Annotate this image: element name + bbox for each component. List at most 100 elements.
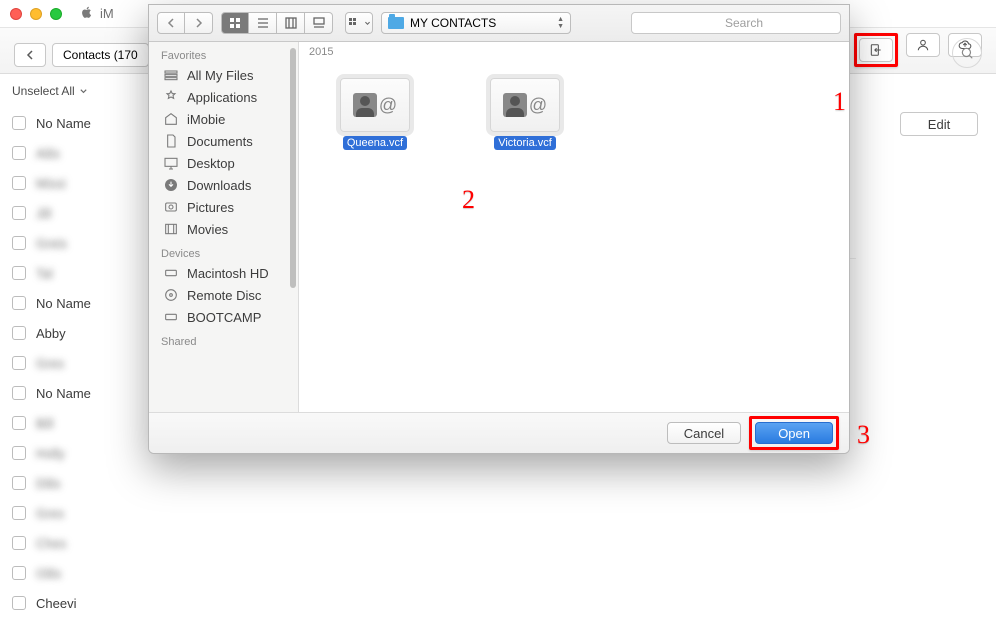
sidebar-item[interactable]: Pictures — [149, 196, 298, 218]
sidebar-item[interactable]: BOOTCAMP — [149, 306, 298, 328]
contact-row[interactable]: Cheevi — [0, 588, 156, 618]
contact-checkbox[interactable] — [12, 596, 26, 610]
app-title: iM — [80, 5, 114, 22]
folder-popup[interactable]: MY CONTACTS ▲▼ — [381, 12, 571, 34]
contact-checkbox[interactable] — [12, 386, 26, 400]
contact-checkbox[interactable] — [12, 356, 26, 370]
contact-name: Bill — [36, 416, 53, 431]
contact-checkbox[interactable] — [12, 236, 26, 250]
chevron-down-icon — [79, 87, 88, 96]
vcf-file-icon: @ — [490, 78, 560, 132]
nav-title[interactable]: Contacts (170 — [52, 43, 149, 67]
chevron-down-icon — [364, 20, 371, 27]
contact-name: Tal — [36, 266, 53, 281]
contact-row[interactable]: Dilis — [0, 468, 156, 498]
view-mode-group — [221, 12, 333, 34]
sidebar-scrollbar[interactable] — [290, 48, 296, 288]
edit-button[interactable]: Edit — [900, 112, 978, 136]
minimize-window-button[interactable] — [30, 8, 42, 20]
file-grid: @Queena.vcf @Victoria.vcf — [299, 58, 849, 150]
sidebar-item-icon — [163, 133, 179, 149]
contact-row[interactable]: Gres — [0, 498, 156, 528]
contact-checkbox[interactable] — [12, 206, 26, 220]
view-list-button[interactable] — [249, 12, 277, 34]
contact-name: Greis — [36, 236, 67, 251]
contact-row[interactable]: Abby — [0, 318, 156, 348]
contact-row[interactable]: Tal — [0, 258, 156, 288]
nav-forward[interactable] — [185, 12, 213, 34]
arrange-button[interactable] — [345, 12, 373, 34]
sidebar-item[interactable]: Desktop — [149, 152, 298, 174]
contact-row[interactable]: No Name — [0, 108, 156, 138]
app-title-text: iM — [100, 6, 114, 21]
contact-row[interactable]: Missi — [0, 168, 156, 198]
sidebar-item[interactable]: Applications — [149, 86, 298, 108]
contact-row[interactable]: Oilis — [0, 558, 156, 588]
contact-checkbox[interactable] — [12, 506, 26, 520]
sidebar-item[interactable]: Documents — [149, 130, 298, 152]
sidebar-item-label: Movies — [187, 222, 228, 237]
import-button[interactable] — [859, 38, 893, 62]
contact-checkbox[interactable] — [12, 566, 26, 580]
contact-checkbox[interactable] — [12, 446, 26, 460]
contact-checkbox[interactable] — [12, 326, 26, 340]
global-search-button[interactable] — [952, 38, 982, 68]
open-button[interactable]: Open — [755, 422, 833, 444]
sidebar-section-shared: Shared — [149, 328, 298, 350]
contact-row[interactable]: No Name — [0, 288, 156, 318]
contact-row[interactable]: Jill — [0, 198, 156, 228]
updown-icon: ▲▼ — [557, 16, 564, 30]
contact-name: Oilis — [36, 566, 61, 581]
view-coverflow-button[interactable] — [305, 12, 333, 34]
annotation-1: 1 — [833, 87, 846, 117]
nav-back[interactable] — [157, 12, 185, 34]
contact-checkbox[interactable] — [12, 296, 26, 310]
nav-history-group — [157, 12, 213, 34]
sidebar-item-icon — [163, 287, 179, 303]
contact-row[interactable]: No Name — [0, 378, 156, 408]
contact-checkbox[interactable] — [12, 536, 26, 550]
sidebar-section-favorites: Favorites — [149, 42, 298, 64]
sidebar-item-label: Pictures — [187, 200, 234, 215]
sidebar-item[interactable]: Macintosh HD — [149, 262, 298, 284]
view-columns-button[interactable] — [277, 12, 305, 34]
cancel-button[interactable]: Cancel — [667, 422, 741, 444]
contact-name: No Name — [36, 116, 91, 131]
annotation-box-1 — [854, 33, 898, 67]
unselect-all-label: Unselect All — [12, 84, 75, 98]
contact-checkbox[interactable] — [12, 476, 26, 490]
contact-row[interactable]: Holly — [0, 438, 156, 468]
contact-checkbox[interactable] — [12, 266, 26, 280]
contact-checkbox[interactable] — [12, 416, 26, 430]
contact-row[interactable]: Gres — [0, 348, 156, 378]
contact-checkbox[interactable] — [12, 146, 26, 160]
sidebar-item-icon — [163, 111, 179, 127]
sidebar-item-icon — [163, 89, 179, 105]
sidebar-item[interactable]: Movies — [149, 218, 298, 240]
sidebar-item[interactable]: Downloads — [149, 174, 298, 196]
sidebar-item-icon — [163, 221, 179, 237]
sidebar-item-icon — [163, 155, 179, 171]
person-button[interactable] — [906, 33, 940, 57]
file-item[interactable]: @Queena.vcf — [335, 78, 415, 150]
file-item[interactable]: @Victoria.vcf — [485, 78, 565, 150]
sidebar-item[interactable]: iMobie — [149, 108, 298, 130]
zoom-window-button[interactable] — [50, 8, 62, 20]
contact-row[interactable]: Ailis — [0, 138, 156, 168]
contact-checkbox[interactable] — [12, 116, 26, 130]
contact-checkbox[interactable] — [12, 176, 26, 190]
search-input[interactable] — [631, 12, 841, 34]
sidebar-item-icon — [163, 309, 179, 325]
contact-name: Dilis — [36, 476, 61, 491]
close-window-button[interactable] — [10, 8, 22, 20]
sidebar-item-label: Downloads — [187, 178, 251, 193]
sidebar-item[interactable]: All My Files — [149, 64, 298, 86]
sidebar-item[interactable]: Remote Disc — [149, 284, 298, 306]
contact-row[interactable]: Ches — [0, 528, 156, 558]
contact-name: Missi — [36, 176, 66, 191]
unselect-all-button[interactable]: Unselect All — [0, 74, 156, 108]
nav-back-button[interactable] — [14, 43, 46, 67]
contact-row[interactable]: Bill — [0, 408, 156, 438]
view-icons-button[interactable] — [221, 12, 249, 34]
contact-row[interactable]: Greis — [0, 228, 156, 258]
